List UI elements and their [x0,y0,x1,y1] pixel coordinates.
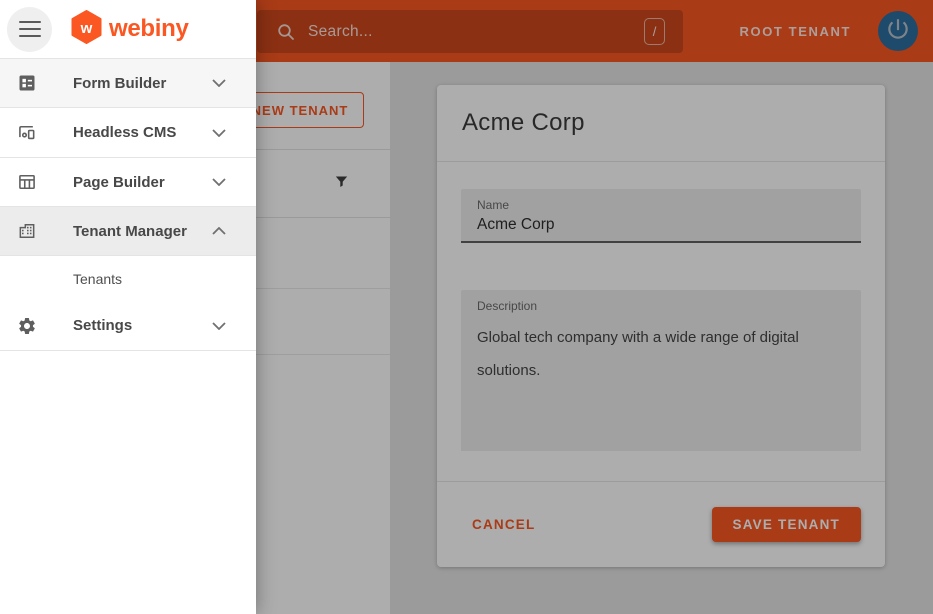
webiny-hexagon-icon: w [71,10,102,49]
drawer-header: w webiny [0,0,256,58]
sidebar-item-label: Tenant Manager [73,223,187,240]
sidebar-item-tenant-manager[interactable]: Tenant Manager [0,207,256,255]
sidebar-item-label: Settings [73,317,132,334]
gear-icon [17,316,37,336]
sidebar-item-label: Page Builder [73,174,165,191]
chevron-down-icon [212,79,226,87]
sidebar-item-form-builder[interactable]: Form Builder [0,59,256,107]
webiny-logo[interactable]: w webiny [71,10,189,49]
tenant-manager-icon [17,221,37,241]
menu-toggle-button[interactable] [7,7,52,52]
divider [0,350,256,351]
webiny-wordmark: webiny [109,15,189,43]
sidebar-item-tenants[interactable]: Tenants [0,256,256,301]
headless-cms-icon [17,123,37,143]
sidebar-item-label: Headless CMS [73,124,176,141]
sidebar-item-page-builder[interactable]: Page Builder [0,158,256,206]
sidebar-item-label: Form Builder [73,75,166,92]
chevron-up-icon [212,227,226,235]
form-builder-icon [17,73,37,93]
chevron-down-icon [212,129,226,137]
sidebar-item-settings[interactable]: Settings [0,301,256,350]
page-builder-icon [17,172,37,192]
chevron-down-icon [212,178,226,186]
navigation-drawer: w webiny Form Builder Headless CMS Page … [0,0,256,614]
svg-text:w: w [80,20,93,37]
chevron-down-icon [212,322,226,330]
sidebar-item-headless-cms[interactable]: Headless CMS [0,108,256,157]
